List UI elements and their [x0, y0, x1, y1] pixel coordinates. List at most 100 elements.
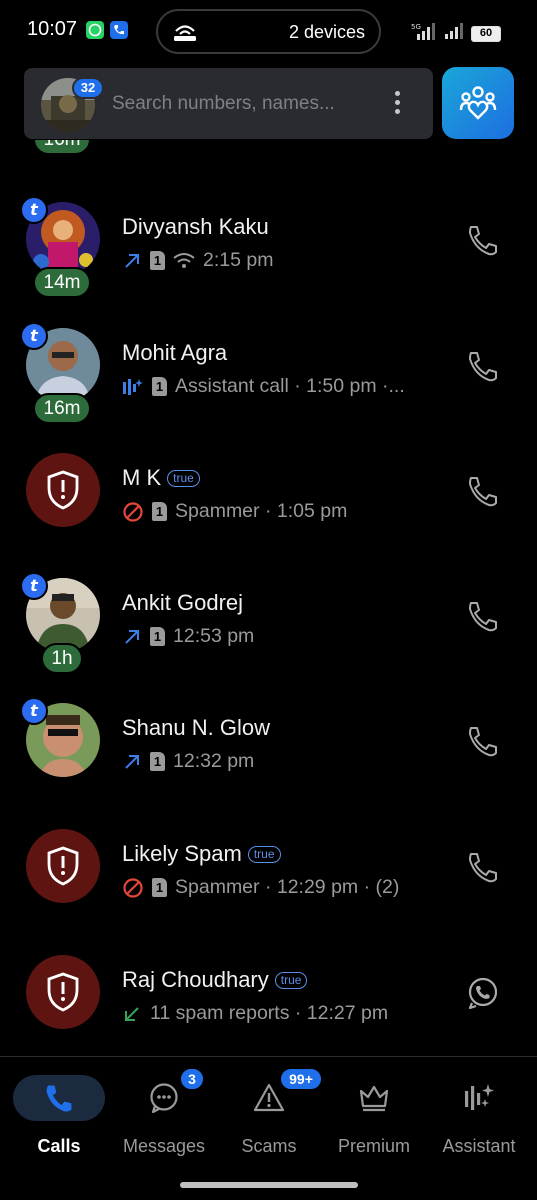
call-detail-text: 12:32 pm: [173, 750, 255, 772]
call-detail-text: 12:53 pm: [173, 625, 255, 647]
wifi-call-icon: [173, 252, 195, 268]
home-indicator[interactable]: [180, 1182, 358, 1188]
call-log-item[interactable]: t 14m Divyansh Kaku 1 2:15 pm: [0, 196, 537, 327]
phone-icon: [46, 1085, 72, 1112]
shield-icon: [47, 972, 79, 1012]
search-input[interactable]: [112, 90, 382, 118]
phone-call-button[interactable]: [465, 222, 501, 258]
truecaller-user-badge: t: [20, 697, 48, 725]
true-tag: true: [167, 470, 200, 487]
spam-avatar[interactable]: [26, 829, 100, 903]
outgoing-call-icon: [125, 253, 139, 268]
phone-call-button[interactable]: [465, 849, 501, 885]
call-detail-text: 11 spam reports · 12:27 pm: [150, 1002, 389, 1024]
tab-calls[interactable]: Calls: [4, 1075, 114, 1175]
outgoing-call-icon: [125, 754, 139, 769]
call-log-item[interactable]: M Ktrue 1 Spammer · 1:05 pm: [0, 453, 537, 578]
phone-call-button[interactable]: [465, 348, 501, 384]
call-details: 1 12:53 pm: [122, 625, 254, 648]
incoming-call-icon: [125, 1006, 139, 1021]
status-time: 10:07: [27, 18, 78, 40]
tab-label: Messages: [122, 1136, 206, 1156]
sim-icon: 1: [152, 878, 167, 897]
signal-icon: [445, 23, 463, 44]
contact-name: Raj Choudhary true: [122, 967, 308, 993]
contact-name: Mohit Agra: [122, 340, 228, 365]
call-log-item[interactable]: t 1h Ankit Godrej 1 12:53 pm: [0, 572, 537, 703]
call-log-item[interactable]: t Shanu N. Glow 1 12:32 pm: [0, 697, 537, 828]
call-duration-badge: 14m: [33, 267, 91, 298]
contact-name: M Ktrue: [122, 465, 200, 491]
tab-icon-container: 99+: [223, 1067, 323, 1121]
more-options-icon[interactable]: [389, 88, 405, 120]
outgoing-call-icon: [125, 629, 139, 644]
phone-call-button[interactable]: [465, 473, 501, 509]
sim-icon: 1: [152, 377, 167, 396]
tab-scams[interactable]: 99+ Scams: [214, 1067, 324, 1175]
truecaller-user-badge: t: [20, 572, 48, 600]
whatsapp-notification-icon: [86, 21, 104, 39]
tab-icon-container: 3: [118, 1067, 210, 1121]
call-log-item[interactable]: Likely Spam true 1 Spammer · 12:29 pm · (…: [0, 829, 537, 954]
contact-name: Divyansh Kaku: [122, 214, 269, 239]
call-detail-text: 2:15 pm: [203, 249, 274, 271]
tab-label: Scams: [241, 1136, 297, 1156]
spam-avatar[interactable]: [26, 453, 100, 527]
blocked-call-icon: [123, 501, 143, 522]
status-indicators: 5G 60: [411, 22, 501, 45]
family-protection-button[interactable]: [442, 67, 514, 139]
call-details: 1 2:15 pm: [122, 249, 273, 272]
assistant-icon: [465, 1084, 494, 1110]
assistant-call-icon: [123, 378, 143, 395]
call-details: 1 Assistant call · 1:50 pm ·...: [122, 375, 405, 398]
notification-count-badge: 32: [72, 77, 104, 99]
sim-icon: 1: [152, 502, 167, 521]
call-duration-badge: 16m: [33, 140, 91, 155]
true-tag: true: [247, 846, 281, 863]
tab-icon-container: [328, 1075, 420, 1121]
battery-icon: 60: [471, 25, 501, 42]
tab-premium[interactable]: Premium: [319, 1075, 429, 1175]
tab-assistant[interactable]: Assistant: [424, 1075, 534, 1175]
tab-label: Assistant: [442, 1136, 516, 1156]
call-details: 11 spam reports · 12:27 pm: [122, 1002, 388, 1025]
sim-icon: 1: [150, 752, 165, 771]
family-icon: [459, 86, 497, 120]
contact-name: Ankit Godrej: [122, 590, 244, 615]
shield-icon: [47, 470, 79, 510]
call-detail-text: Spammer · 1:05 pm: [175, 500, 348, 522]
call-log-list[interactable]: 16m t 14m Divyansh Kaku 1 2:15 pm t 16m …: [0, 140, 537, 1055]
whatsapp-call-button[interactable]: [465, 975, 501, 1011]
sim-icon: 1: [150, 627, 165, 646]
tab-label: Calls: [37, 1136, 81, 1156]
contact-name: Shanu N. Glow: [122, 715, 270, 740]
status-bar: 10:07 2 devices 5G 60: [0, 0, 537, 62]
phone-call-button[interactable]: [465, 598, 501, 634]
connected-devices-pill[interactable]: 2 devices: [156, 9, 381, 54]
crown-icon: [359, 1085, 389, 1112]
partial-list-item: 16m: [0, 140, 537, 155]
island-text: 2 devices: [288, 22, 365, 42]
call-details: 1 12:32 pm: [122, 750, 254, 773]
bottom-navigation: Calls 3 Messages 99+ Scams Premium Assis…: [0, 1057, 537, 1200]
call-log-item[interactable]: t 16m Mohit Agra 1 Assistant call · 1:50…: [0, 322, 537, 453]
spam-avatar[interactable]: [26, 955, 100, 1029]
signal-5g-icon: 5G: [411, 22, 437, 45]
blocked-call-icon: [123, 877, 143, 898]
tab-icon-container: [13, 1075, 105, 1121]
shield-icon: [47, 846, 79, 886]
tab-icon-container: [433, 1075, 525, 1121]
call-details: 1 Spammer · 12:29 pm · (2): [122, 876, 399, 899]
phone-call-button[interactable]: [465, 723, 501, 759]
call-log-item[interactable]: Raj Choudhary true 11 spam reports · 12:2…: [0, 955, 537, 1055]
truecaller-user-badge: t: [20, 322, 48, 350]
sim-icon: 1: [150, 251, 165, 270]
call-details: 1 Spammer · 1:05 pm: [122, 500, 347, 523]
messages-count-badge: 3: [179, 1067, 205, 1091]
tab-messages[interactable]: 3 Messages: [109, 1067, 219, 1175]
truecaller-notification-icon: [110, 21, 128, 39]
svg-text:5G: 5G: [411, 23, 421, 31]
truecaller-user-badge: t: [20, 196, 48, 224]
chat-icon: [150, 1083, 178, 1114]
scams-count-badge: 99+: [279, 1067, 323, 1091]
